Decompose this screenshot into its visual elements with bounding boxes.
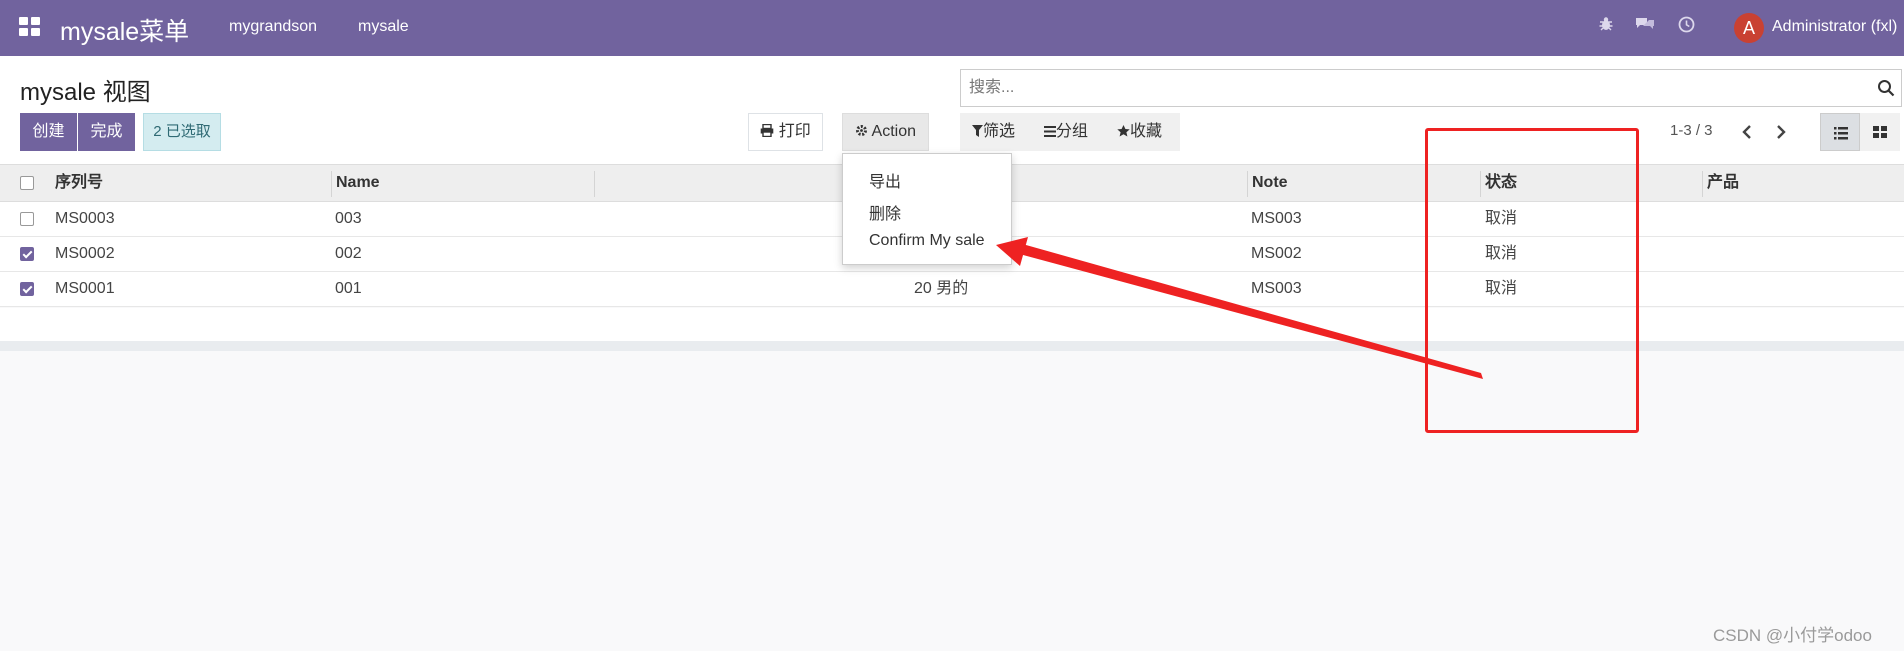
top-navbar: mysale菜单 mygrandson mysale A Administrat… [0,0,1904,56]
clock-icon[interactable] [1675,16,1697,38]
column-divider[interactable] [1247,171,1248,197]
pager-value[interactable]: 1-3 / 3 [1670,122,1713,139]
app-brand[interactable]: mysale菜单 [60,12,189,48]
cell-info: 20 男的 [914,280,969,297]
list-view-icon [1821,127,1861,156]
groupby-label: 分组 [1056,123,1089,140]
column-divider[interactable] [331,171,332,197]
action-button[interactable]: Action [842,113,929,151]
star-icon [1117,123,1130,140]
user-avatar[interactable]: A [1734,13,1764,43]
row-checkbox[interactable] [20,212,34,226]
list-icon [1044,123,1056,140]
menu-item-confirm-my-sale[interactable]: Confirm My sale [869,232,985,250]
create-button[interactable]: 创建 [20,113,77,151]
column-header-product[interactable]: 产品 [1707,165,1739,203]
search-box [960,69,1902,107]
action-label: Action [871,123,917,140]
print-button[interactable]: 打印 [748,113,823,151]
list-view-button[interactable] [1820,113,1860,151]
pager-next-icon[interactable] [1771,120,1791,144]
cell-note: MS003 [1251,210,1302,227]
menu-item-mygrandson[interactable]: mygrandson [229,18,317,36]
menu-item-mysale[interactable]: mysale [358,18,409,36]
user-menu[interactable]: Administrator (fxl) [1772,18,1897,36]
bug-icon[interactable] [1595,16,1617,38]
column-header-note[interactable]: Note [1252,165,1288,203]
action-dropdown-menu: 导出 删除 Confirm My sale [842,153,1012,265]
menu-item-export[interactable]: 导出 [869,168,901,192]
cell-name: 002 [335,245,362,262]
selected-count-badge: 2 已选取 [143,113,221,151]
filters-label: 筛选 [983,123,1016,140]
row-checkbox[interactable] [20,282,34,296]
search-icon[interactable] [1877,79,1895,97]
pager-previous-icon[interactable] [1737,120,1757,144]
cell-name: 003 [335,210,362,227]
row-checkbox[interactable] [20,247,34,261]
cell-serial: MS0003 [55,210,115,227]
page-title: mysale 视图 [20,79,151,106]
watermark: CSDN @小付学odoo [1713,626,1872,645]
menu-item-delete[interactable]: 删除 [869,200,901,224]
chat-icon[interactable] [1634,16,1656,38]
column-divider[interactable] [1702,171,1703,197]
kanban-view-icon [1860,126,1900,155]
search-options: 筛选 分组 收藏 [960,113,1180,151]
column-divider[interactable] [594,171,595,197]
favorites-dropdown[interactable]: 收藏 [1117,113,1162,151]
done-button[interactable]: 完成 [78,113,135,151]
column-header-name[interactable]: Name [336,165,380,203]
cell-name: 001 [335,280,362,297]
print-label: 打印 [778,123,811,140]
column-header-serial[interactable]: 序列号 [55,165,103,203]
apps-menu-icon[interactable] [19,17,40,37]
cell-serial: MS0001 [55,280,115,297]
groupby-dropdown[interactable]: 分组 [1044,113,1088,151]
select-all-checkbox[interactable] [20,176,34,190]
search-input[interactable] [967,70,1851,106]
gear-icon [855,123,872,140]
filter-icon [972,123,983,140]
cell-serial: MS0002 [55,245,115,262]
cell-note: MS002 [1251,245,1302,262]
annotation-highlight-box [1425,128,1639,433]
filters-dropdown[interactable]: 筛选 [972,113,1015,151]
printer-icon [760,123,778,140]
cell-note: MS003 [1251,280,1302,297]
kanban-view-button[interactable] [1860,113,1900,151]
favorites-label: 收藏 [1130,123,1163,140]
